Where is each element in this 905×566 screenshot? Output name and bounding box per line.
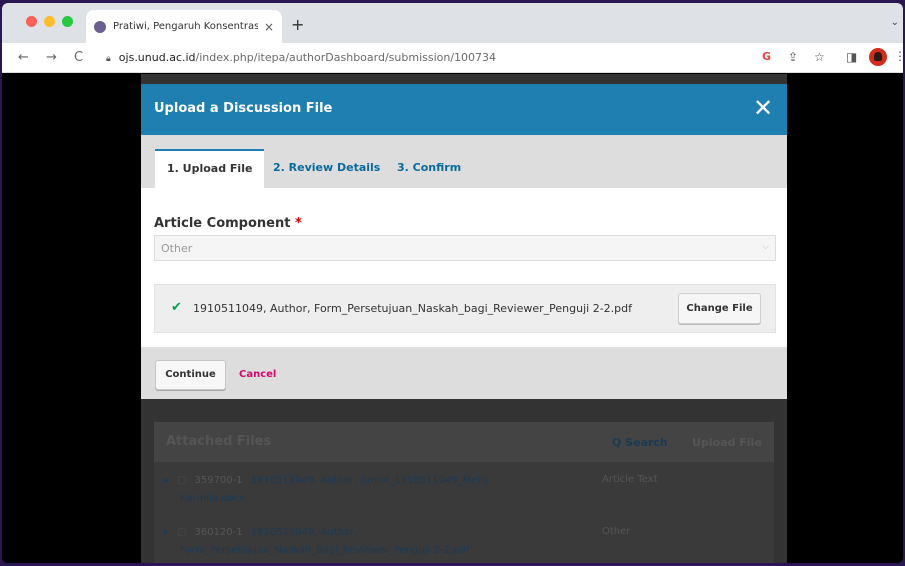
upload-file-link[interactable]: Upload File <box>692 436 762 449</box>
attached-files-title: Attached Files <box>166 434 272 449</box>
file-icon: ▢ <box>177 475 187 486</box>
modal-footer: Continue Cancel <box>141 347 787 399</box>
browser-window: Pratiwi, Pengaruh Konsentrasi × + ⌄ ← → … <box>2 3 903 563</box>
wizard-tabs: 1. Upload File 2. Review Details 3. Conf… <box>141 135 787 188</box>
article-component-label: Article Component * <box>154 216 302 231</box>
chevron-down-icon: ⌵ <box>762 242 769 252</box>
article-component-select[interactable]: Other ⌵ <box>154 235 776 261</box>
forward-arrow-icon[interactable]: → <box>46 50 57 65</box>
modal-body: Article Component * Other ⌵ ✔ 1910511049… <box>141 188 787 347</box>
close-window-button[interactable] <box>26 16 37 27</box>
maximize-window-button[interactable] <box>62 16 73 27</box>
checkmark-icon: ✔ <box>171 300 182 315</box>
list-item[interactable]: ▸ ▢ 359700-1 1910511049, Author, Jurnal_191… <box>164 472 489 508</box>
change-file-button[interactable]: Change File <box>678 293 761 324</box>
url-field[interactable]: 🔒︎ ojs.unud.ac.id/index.php/itepa/authorD… <box>106 51 496 64</box>
continue-button[interactable]: Continue <box>155 360 226 390</box>
file-type-label: Other <box>602 526 631 537</box>
uploaded-file-name: 1910511049, Author, Form_Persetujuan_Nas… <box>193 302 633 315</box>
browser-menu-icon[interactable]: ⋮ <box>894 49 903 63</box>
upload-discussion-file-modal: Upload a Discussion File ✕ 1. Upload Fil… <box>141 84 787 399</box>
share-icon[interactable]: ⇪ <box>788 50 798 64</box>
browser-tab[interactable]: Pratiwi, Pengaruh Konsentrasi × <box>86 10 282 43</box>
window-controls <box>26 16 73 27</box>
tab-bar: Pratiwi, Pengaruh Konsentrasi × + ⌄ <box>2 3 903 43</box>
tab-close-icon[interactable]: × <box>264 20 274 34</box>
expand-icon[interactable]: ▸ <box>164 527 169 538</box>
site-favicon-icon <box>94 20 106 33</box>
tab-upload-file[interactable]: 1. Upload File <box>155 149 265 188</box>
profile-avatar[interactable] <box>869 48 887 66</box>
uploaded-file-box: ✔ 1910511049, Author, Form_Persetujuan_N… <box>154 284 776 333</box>
bookmark-star-icon[interactable]: ☆ <box>814 50 825 64</box>
cancel-link[interactable]: Cancel <box>239 369 276 380</box>
file-icon: ▢ <box>177 527 187 538</box>
select-value: Other <box>161 242 193 255</box>
lock-icon: 🔒︎ <box>106 54 111 64</box>
close-icon[interactable]: ✕ <box>750 95 776 121</box>
modal-title: Upload a Discussion File <box>154 101 333 116</box>
new-tab-button[interactable]: + <box>291 15 304 34</box>
modal-header: Upload a Discussion File ✕ <box>141 84 787 135</box>
file-type-label: Article Text <box>602 474 658 485</box>
tab-list-chevron-icon[interactable]: ⌄ <box>891 17 899 28</box>
list-item[interactable]: ▸ ▢ 360120-1 1910511049, Author, Form_Perse… <box>164 524 469 560</box>
tab-confirm[interactable]: 3. Confirm <box>385 149 473 188</box>
tab-title: Pratiwi, Pengaruh Konsentrasi <box>113 21 258 32</box>
expand-icon[interactable]: ▸ <box>164 475 169 486</box>
address-bar: ← → C 🔒︎ ojs.unud.ac.id/index.php/itepa/a… <box>2 43 903 73</box>
search-link[interactable]: Q Search <box>612 436 668 449</box>
tab-review-details[interactable]: 2. Review Details <box>261 149 392 188</box>
back-arrow-icon[interactable]: ← <box>18 50 29 65</box>
google-translate-icon[interactable]: G <box>762 50 771 63</box>
attached-files-header: Attached Files Q Search Upload File <box>154 422 774 462</box>
required-marker: * <box>294 216 302 231</box>
attached-files-section: Attached Files Q Search Upload File ▸ ▢ 35… <box>154 422 774 563</box>
reload-icon[interactable]: C <box>74 50 83 65</box>
minimize-window-button[interactable] <box>44 16 55 27</box>
sidebar-icon[interactable]: ◨ <box>846 50 857 64</box>
